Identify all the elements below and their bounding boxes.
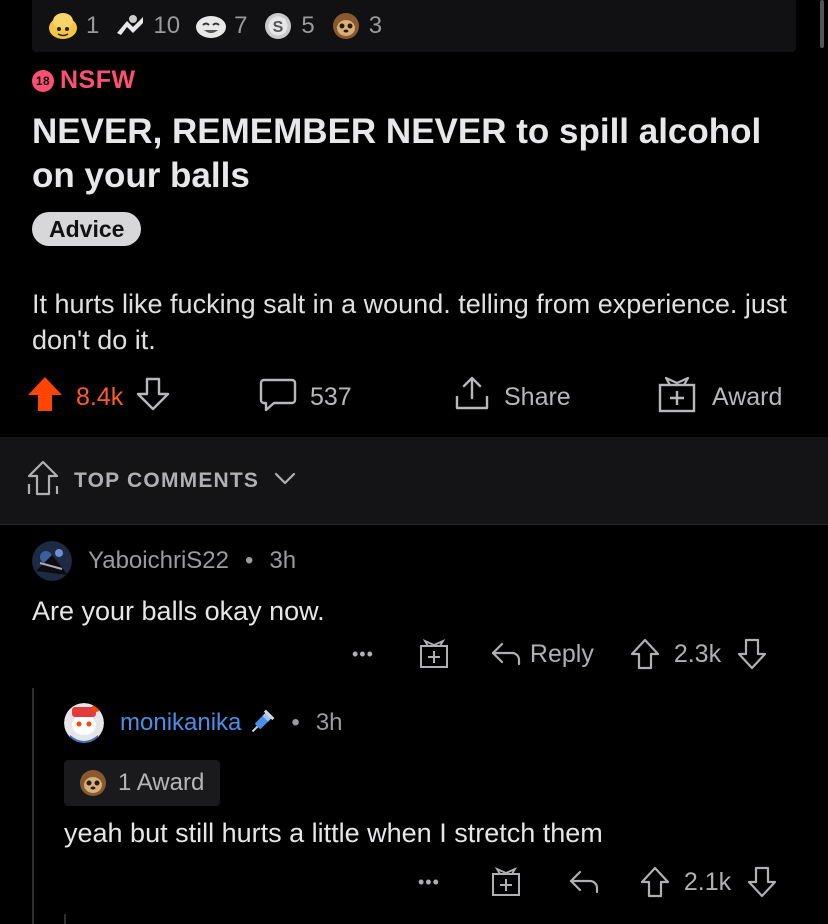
wholesome-award-icon (113, 11, 147, 41)
upvote-icon[interactable] (26, 375, 64, 420)
thread-line[interactable] (64, 914, 66, 924)
award-count: 1 (86, 12, 100, 39)
comment-username[interactable]: YaboichriS22 (88, 547, 229, 575)
award-chip[interactable]: S 5 (261, 11, 315, 41)
comment-bubble-icon (258, 374, 298, 421)
reply-arrow-icon (490, 640, 522, 668)
post-action-bar: 8.4k 537 Share Award (0, 372, 828, 422)
nsfw-badge-icon: 18 (32, 69, 54, 92)
award-button[interactable]: Award (656, 372, 782, 422)
sloth-award-icon (78, 768, 108, 798)
comment-time: 3h (315, 709, 343, 736)
award-chip[interactable]: 7 (194, 11, 247, 41)
more-options-icon[interactable]: ••• (418, 872, 440, 893)
post-vote-group: 8.4k (26, 372, 171, 422)
comment-username[interactable]: monikanika (120, 709, 241, 737)
post-flair[interactable]: Advice (32, 212, 142, 246)
comment-action-bar: ••• 2.1k (418, 862, 777, 902)
comment-time: 3h (269, 547, 297, 574)
post-vote-count: 8.4k (76, 382, 124, 411)
comment: YaboichriS22 • 3h Are your balls okay no… (32, 540, 802, 627)
comment-reply: monikanika • 3h 1 Award yeah but still h… (64, 702, 804, 849)
award-label: Award (712, 382, 783, 411)
award-chip[interactable]: 10 (113, 11, 180, 41)
comment-count: 537 (310, 382, 352, 411)
awards-bar: 1 10 7 S 5 3 (32, 0, 796, 52)
award-count: 3 (368, 12, 383, 39)
sort-label: TOP COMMENTS (74, 468, 260, 492)
avatar[interactable] (64, 703, 104, 743)
share-button[interactable]: Share (452, 372, 571, 422)
downvote-icon[interactable] (747, 866, 777, 898)
comment-award-badge[interactable]: 1 Award (64, 760, 221, 806)
comment-vote-count: 2.3k (673, 639, 722, 668)
comment-vote-count: 2.1k (683, 867, 732, 896)
laughing-award-icon (194, 11, 228, 41)
helpful-award-icon (46, 11, 80, 41)
award-count: 10 (153, 12, 181, 39)
award-chip[interactable]: 1 (46, 11, 99, 41)
more-options-icon[interactable]: ••• (352, 644, 374, 665)
sloth-award-icon (329, 11, 363, 41)
post-title: NEVER, REMEMBER NEVER to spill alcohol o… (32, 112, 762, 195)
gift-icon[interactable] (490, 866, 522, 898)
upvote-icon[interactable] (630, 638, 660, 670)
gift-icon[interactable] (418, 638, 450, 670)
meta-separator: • (244, 547, 254, 574)
share-icon (452, 374, 492, 421)
chevron-down-icon (273, 469, 297, 492)
post-body: It hurts like fucking salt in a wound. t… (32, 289, 787, 355)
avatar[interactable] (32, 541, 72, 581)
thread-line[interactable] (32, 688, 34, 924)
award-count: 5 (301, 12, 315, 39)
upvote-icon[interactable] (640, 866, 670, 898)
meta-separator: • (291, 709, 300, 736)
sort-top-icon (26, 460, 60, 501)
award-chip[interactable]: 3 (329, 11, 382, 41)
downvote-icon[interactable] (135, 376, 171, 419)
comment-text: Are your balls okay now. (32, 596, 325, 626)
nsfw-label: NSFW (60, 66, 136, 94)
award-count-label: 1 Award (118, 769, 205, 796)
silver-award-icon: S (261, 11, 295, 41)
share-label: Share (504, 382, 571, 411)
gift-icon (656, 373, 700, 422)
award-count: 7 (234, 12, 248, 39)
scrollbar[interactable] (820, 0, 824, 48)
reply-arrow-icon[interactable] (568, 868, 600, 896)
nsfw-tag: 18 NSFW (32, 66, 136, 95)
reply-label: Reply (529, 639, 594, 668)
svg-text:S: S (273, 19, 284, 36)
comment-text: yeah but still hurts a little when I str… (64, 818, 603, 848)
comment-meta: monikanika • 3h (64, 702, 804, 744)
vaccine-syringe-icon (247, 709, 275, 737)
downvote-icon[interactable] (737, 638, 767, 670)
comments-button[interactable]: 537 (258, 372, 352, 422)
comment-meta: YaboichriS22 • 3h (32, 540, 802, 582)
reply-button[interactable]: Reply (490, 640, 594, 669)
comment-sort-bar[interactable]: TOP COMMENTS (0, 437, 828, 525)
comment-action-bar: ••• Reply 2.3k (352, 634, 767, 674)
